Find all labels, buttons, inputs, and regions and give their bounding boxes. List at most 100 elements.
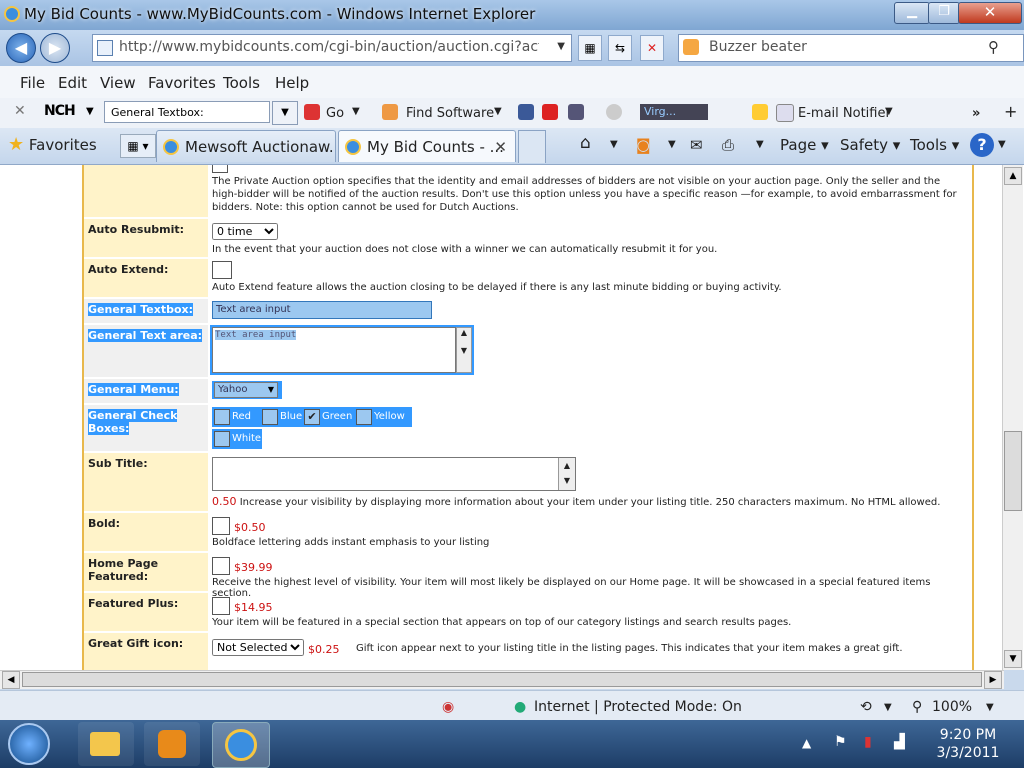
horizontal-scrollbar[interactable]: ◀ ▶ xyxy=(0,670,1004,689)
tab-my-bid-counts[interactable]: My Bid Counts - ... ✕ xyxy=(338,130,516,162)
chevron-down-icon[interactable]: ▼ xyxy=(986,702,994,713)
scroll-up-icon[interactable]: ▲ xyxy=(1004,167,1022,185)
checkbox-green[interactable]: ✔ xyxy=(304,409,320,425)
media-icon[interactable] xyxy=(568,104,584,120)
toolbar-search-dropdown[interactable]: ▼ xyxy=(272,101,298,125)
scroll-down-icon[interactable]: ▼ xyxy=(1004,650,1022,668)
power-icon[interactable]: ▮ xyxy=(864,734,872,750)
home-featured-checkbox[interactable] xyxy=(212,557,230,575)
email-notifier-button[interactable]: E-mail Notifier xyxy=(798,106,891,121)
general-menu-select[interactable]: Yahoo ▼ xyxy=(214,382,278,398)
chevron-down-icon[interactable]: ▼ xyxy=(352,106,360,117)
compatibility-icon[interactable]: ▦ xyxy=(578,35,602,61)
media-player-taskbar-button[interactable] xyxy=(144,722,200,766)
private-auction-checkbox[interactable] xyxy=(212,165,228,173)
checkbox-white[interactable] xyxy=(214,431,230,447)
chevron-down-icon[interactable]: ▼ xyxy=(998,139,1006,150)
close-toolbar-icon[interactable]: ✕ xyxy=(14,103,26,119)
new-tab-button[interactable] xyxy=(518,130,546,163)
home-icon[interactable]: ⌂ xyxy=(580,133,591,153)
toolbar-search-field[interactable]: General Textbox: xyxy=(104,101,270,123)
auto-extend-checkbox[interactable] xyxy=(212,261,232,279)
checkbox-red[interactable] xyxy=(214,409,230,425)
scroll-thumb[interactable] xyxy=(1004,431,1022,511)
show-hidden-icons[interactable]: ▲ xyxy=(802,736,811,750)
stop-icon[interactable]: ✕ xyxy=(640,35,664,61)
network-icon[interactable]: ▟ xyxy=(894,734,905,750)
radio-station[interactable]: Virg... xyxy=(640,104,708,120)
textarea-scrollbar[interactable]: ▲ ▼ xyxy=(456,327,472,373)
sub-title-textarea[interactable]: ▲ ▼ xyxy=(212,457,576,491)
help-icon[interactable]: ? xyxy=(970,133,994,157)
start-button[interactable] xyxy=(8,723,50,765)
search-box[interactable]: Buzzer beater ⚲ xyxy=(678,34,1024,62)
forward-button[interactable]: ▶ xyxy=(40,33,70,63)
back-button[interactable]: ◀ xyxy=(6,33,36,63)
page-menu[interactable]: Page ▾ xyxy=(780,136,829,154)
close-tab-icon[interactable]: ✕ xyxy=(494,131,507,162)
chevron-down-icon[interactable]: ▼ xyxy=(668,139,676,150)
facebook-icon[interactable] xyxy=(518,104,534,120)
featured-plus-checkbox[interactable] xyxy=(212,597,230,615)
refresh-icon[interactable]: ⇆ xyxy=(608,35,632,61)
maximize-button[interactable]: ❐ xyxy=(928,2,960,24)
general-textarea-input[interactable]: Text area input xyxy=(212,327,456,373)
chevron-down-icon[interactable]: ▼ xyxy=(756,139,764,150)
scroll-right-icon[interactable]: ▶ xyxy=(984,671,1002,689)
flag-icon[interactable]: ⚑ xyxy=(834,734,847,750)
chevron-down-icon[interactable]: ▼ xyxy=(884,702,892,713)
add-toolbar-icon[interactable]: + xyxy=(1004,102,1017,121)
menu-file[interactable]: File xyxy=(20,74,45,92)
quick-tabs-icon[interactable]: ▦ ▾ xyxy=(120,134,156,158)
nch-logo[interactable]: NCH xyxy=(44,103,76,119)
chevron-down-icon[interactable]: ▼ xyxy=(494,106,502,117)
home-featured-label: Home Page Featured: xyxy=(84,553,208,591)
rss-icon[interactable]: ◙ xyxy=(636,136,651,154)
gift-icon-select[interactable]: Not Selected xyxy=(212,639,304,656)
chevron-down-icon[interactable]: ▼ xyxy=(885,106,893,117)
address-input[interactable] xyxy=(117,38,541,56)
youtube-icon[interactable] xyxy=(542,104,558,120)
menu-view[interactable]: View xyxy=(100,74,136,92)
chevron-down-icon[interactable]: ▼ xyxy=(86,106,94,117)
menu-help[interactable]: Help xyxy=(275,74,309,92)
security-zone[interactable]: Internet | Protected Mode: On xyxy=(534,699,742,715)
checkbox-blue[interactable] xyxy=(262,409,278,425)
ie-taskbar-button[interactable] xyxy=(212,722,270,768)
general-textbox-input[interactable]: Text area input xyxy=(212,301,432,319)
go-button[interactable]: Go xyxy=(326,106,344,121)
address-bar[interactable]: ▼ xyxy=(92,34,572,62)
go-icon[interactable] xyxy=(304,104,320,120)
window-title: My Bid Counts - www.MyBidCounts.com - Wi… xyxy=(24,5,536,23)
vertical-scrollbar[interactable]: ▲ ▼ xyxy=(1002,165,1023,670)
find-software-button[interactable]: Find Software xyxy=(406,106,494,121)
menu-tools[interactable]: Tools xyxy=(223,74,260,92)
play-icon[interactable] xyxy=(606,104,622,120)
checkbox-yellow[interactable] xyxy=(356,409,372,425)
tab-mewsoft[interactable]: Mewsoft Auctionaw... xyxy=(156,130,336,162)
tools-menu[interactable]: Tools ▾ xyxy=(910,136,959,154)
bold-checkbox[interactable] xyxy=(212,517,230,535)
menu-edit[interactable]: Edit xyxy=(58,74,87,92)
safety-menu[interactable]: Safety ▾ xyxy=(840,136,900,154)
privacy-icon[interactable]: ◉ xyxy=(442,699,454,715)
page-status-icon[interactable]: ⟲ xyxy=(860,699,872,715)
chevron-down-icon[interactable]: ▼ xyxy=(557,41,565,52)
menu-favorites[interactable]: Favorites xyxy=(148,74,216,92)
auto-resubmit-select[interactable]: 0 time xyxy=(212,223,278,240)
sub-title-scrollbar[interactable]: ▲ ▼ xyxy=(558,458,575,490)
search-input[interactable]: Buzzer beater xyxy=(709,39,807,55)
print-icon[interactable]: ⎙ xyxy=(722,136,734,154)
hscroll-thumb[interactable] xyxy=(22,672,982,687)
scroll-left-icon[interactable]: ◀ xyxy=(2,671,20,689)
clock[interactable]: 9:20 PM 3/3/2011 xyxy=(928,726,1008,762)
chevron-down-icon[interactable]: ▼ xyxy=(610,139,618,150)
more-icon[interactable]: » xyxy=(972,106,980,121)
search-icon[interactable]: ⚲ xyxy=(988,38,999,56)
close-button[interactable]: ✕ xyxy=(958,2,1022,24)
read-mail-icon[interactable]: ✉ xyxy=(690,136,703,154)
zoom-level[interactable]: 100% xyxy=(932,699,972,715)
minimize-button[interactable]: ▁ xyxy=(894,2,930,24)
explorer-taskbar-button[interactable] xyxy=(78,722,134,766)
favorites-button[interactable]: ★ Favorites xyxy=(8,134,97,155)
